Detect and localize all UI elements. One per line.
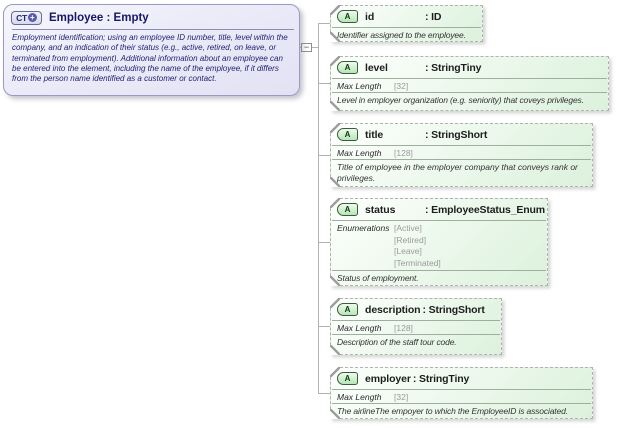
attribute-type[interactable]: : StringShort bbox=[425, 129, 487, 141]
attribute-header: A description : StringShort bbox=[331, 299, 501, 320]
connector-stub-level bbox=[318, 83, 330, 84]
attribute-icon: A bbox=[337, 303, 358, 316]
attribute-description: Title of employee in the employer compan… bbox=[337, 162, 578, 183]
attribute-icon: A bbox=[337, 10, 358, 23]
facet-label: Max Length bbox=[337, 148, 382, 158]
facet-value: [128] bbox=[394, 148, 413, 158]
attribute-header: A title : StringShort bbox=[331, 124, 592, 145]
facet-label: Max Length bbox=[337, 81, 382, 91]
attribute-type[interactable]: : StringTiny bbox=[413, 373, 469, 385]
attribute-header: A employer : StringTiny bbox=[331, 368, 592, 389]
attribute-description: The airlineThe empoyer to which the Empl… bbox=[337, 406, 568, 416]
xsd-diagram: − CT + Employee : Empty Employment ident… bbox=[0, 0, 617, 428]
enumeration-values: [Active] [Retired] [Leave] [Terminated] bbox=[394, 223, 441, 269]
attribute-type[interactable]: : ID bbox=[425, 11, 441, 23]
facet-row: Max Length [32] bbox=[331, 79, 608, 92]
attribute-box-level[interactable]: A level : StringTiny Max Length [32] Lev… bbox=[330, 56, 609, 111]
attribute-box-title[interactable]: A title : StringShort Max Length [128] T… bbox=[330, 123, 593, 187]
attribute-icon: A bbox=[337, 61, 358, 74]
attribute-header: A status : EmployeeStatus_Enum bbox=[331, 199, 547, 220]
attribute-type[interactable]: : StringShort bbox=[423, 304, 485, 316]
connector-stub-status bbox=[318, 242, 330, 243]
attribute-description: Status of employment. bbox=[337, 273, 419, 283]
attribute-description: Description of the staff tour code. bbox=[337, 337, 457, 347]
connector-line bbox=[311, 47, 318, 48]
attribute-header: A id : ID bbox=[331, 6, 482, 27]
collapse-toggle[interactable]: − bbox=[301, 43, 312, 52]
facet-label: Max Length bbox=[337, 392, 382, 402]
attribute-header: A level : StringTiny bbox=[331, 57, 608, 78]
attribute-type[interactable]: : EmployeeStatus_Enum bbox=[425, 204, 545, 216]
facet-value: [32] bbox=[394, 81, 409, 91]
attribute-name: id bbox=[365, 10, 375, 23]
attribute-box-employer[interactable]: A employer : StringTiny Max Length [32] … bbox=[330, 367, 593, 419]
attribute-box-id[interactable]: A id : ID Identifier assigned to the emp… bbox=[330, 5, 483, 42]
facet-row: Max Length [32] bbox=[331, 390, 592, 403]
attribute-name: employer bbox=[365, 372, 411, 385]
attribute-name: title bbox=[365, 128, 384, 141]
plus-icon: + bbox=[27, 13, 37, 22]
facet-row: Max Length [128] bbox=[331, 321, 501, 334]
facet-row-enumerations: Enumerations [Active] [Retired] [Leave] … bbox=[331, 221, 547, 270]
connector-stub-employer bbox=[318, 393, 330, 394]
attribute-name: description bbox=[365, 303, 421, 316]
enumeration-value: [Leave] bbox=[394, 246, 422, 256]
complex-type-icon-label: CT bbox=[16, 12, 27, 23]
enumeration-value: [Active] bbox=[394, 223, 422, 233]
connector-stub-title bbox=[318, 155, 330, 156]
connector-stub-description bbox=[318, 326, 330, 327]
attribute-description: Identifier assigned to the employee. bbox=[337, 30, 466, 40]
facet-row: Max Length [128] bbox=[331, 146, 592, 159]
facet-label: Max Length bbox=[337, 323, 382, 333]
attribute-icon: A bbox=[337, 203, 358, 216]
connector-trunk-line bbox=[318, 23, 319, 394]
enumeration-value: [Retired] bbox=[394, 234, 427, 245]
attribute-name: status bbox=[365, 203, 396, 216]
enumeration-value: [Terminated] bbox=[394, 257, 441, 268]
facet-value: [128] bbox=[394, 323, 413, 333]
attribute-icon: A bbox=[337, 372, 358, 385]
complex-type-box-employee[interactable]: CT + Employee : Empty Employment identif… bbox=[3, 4, 300, 96]
connector-stub-id bbox=[318, 23, 330, 24]
complex-type-title: Employee : Empty bbox=[49, 11, 149, 24]
complex-type-description: Employment identification; using an empl… bbox=[12, 33, 288, 84]
facet-label: Enumerations bbox=[337, 223, 390, 233]
attribute-name: level bbox=[365, 61, 388, 74]
attribute-box-status[interactable]: A status : EmployeeStatus_Enum Enumerati… bbox=[330, 198, 548, 286]
complex-type-icon: CT + bbox=[11, 10, 42, 25]
attribute-type[interactable]: : StringTiny bbox=[425, 62, 481, 74]
complex-type-header: CT + Employee : Empty bbox=[4, 5, 299, 27]
attribute-box-description[interactable]: A description : StringShort Max Length [… bbox=[330, 298, 502, 355]
facet-value: [32] bbox=[394, 392, 409, 402]
attribute-icon: A bbox=[337, 128, 358, 141]
attribute-description: Level in employer organization (e.g. sen… bbox=[337, 95, 584, 105]
